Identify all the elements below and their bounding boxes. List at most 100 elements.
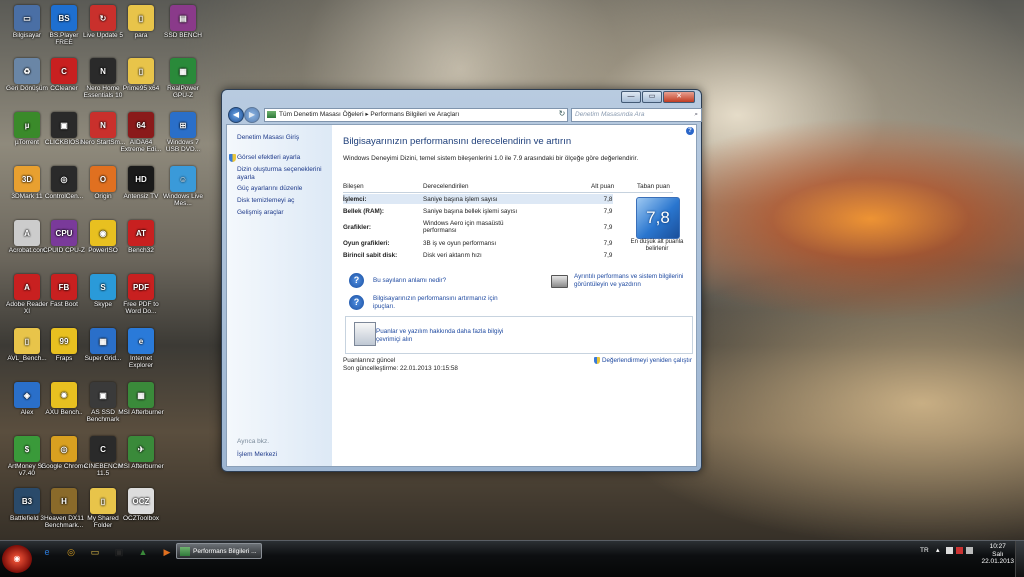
app-icon: ◉ (90, 220, 116, 246)
desktop-icon[interactable]: ▯ para (118, 5, 164, 46)
app-icon: ◈ (14, 382, 40, 408)
sidebar-item-disk-cleanup[interactable]: Disk temizlemeyi aç (237, 197, 294, 205)
row-component: Birincil sabit disk: (343, 252, 398, 259)
chevron-up-icon[interactable]: ▴ (936, 546, 940, 554)
show-desktop-button[interactable] (1015, 541, 1024, 577)
desktop-icon-label: RealPower GPU-Z (167, 85, 199, 99)
search-icon[interactable]: ⌕ (694, 109, 698, 121)
row-component: Oyun grafikleri: (343, 240, 390, 247)
app-icon: ✈ (128, 436, 154, 462)
row-component: Bellek (RAM): (343, 208, 384, 215)
app-icon: ▭ (14, 5, 40, 31)
network-icon[interactable] (956, 547, 963, 554)
desktop-icon[interactable]: PDF Free PDF to Word Do... (118, 274, 164, 315)
back-arrow-icon[interactable]: ◀ (228, 107, 244, 123)
app-icon: ▣ (51, 112, 77, 138)
flag-icon[interactable] (946, 547, 953, 554)
app-icon: 3D (14, 166, 40, 192)
header-subscore: Alt puan (591, 183, 615, 190)
app-icon: FB (51, 274, 77, 300)
info-document-icon (354, 322, 376, 346)
table-row: İşlemci: Saniye başına işlem sayısı 7,8 (343, 194, 613, 204)
desktop-icon[interactable]: ⊞ Windows 7 USB DVD... (160, 112, 206, 153)
app-icon: ▤ (170, 5, 196, 31)
desktop-icon[interactable]: HD Antensiz TV (118, 166, 164, 207)
clock[interactable]: 10:27 Salı 22.01.2013 (981, 543, 1014, 566)
app-icon: ▯ (14, 328, 40, 354)
desktop-icon-label: Prime95 x64 (122, 85, 160, 92)
desktop-icon[interactable]: OCZ OCZToolbox (118, 488, 164, 529)
media-icon[interactable]: ▣ (110, 545, 128, 559)
sidebar-home-link[interactable]: Denetim Masası Giriş (237, 134, 299, 142)
app-icon: ✹ (51, 382, 77, 408)
meaning-link[interactable]: Bu sayıların anlamı nedir? (373, 277, 446, 285)
taskbar: ◉ e ◎ ▭ ▣ ▲ ▶ Performans Bilgileri ... TR ▴ 1… (0, 540, 1024, 577)
desktop-icon[interactable]: 64 AIDA64 Extreme Edi... (118, 112, 164, 153)
app-icon: $ (14, 436, 40, 462)
page-title: Bilgisayarınızın performansını derecelen… (343, 136, 572, 147)
explorer-icon[interactable]: ▭ (86, 545, 104, 559)
table-header: Bileşen Derecelendirilen Alt puan Taban … (343, 182, 673, 193)
desktop-icon[interactable]: ▯ Prime95 x64 (118, 58, 164, 99)
search-input[interactable]: Denetim Masasında Ara ⌕ (571, 108, 702, 122)
details-link[interactable]: Ayrıntılı performans ve sistem bilgileri… (574, 273, 694, 288)
desktop-icon[interactable]: ✈ MSI Afterburner (118, 436, 164, 477)
desktop-icon[interactable]: ☺ Windows Live Mes... (160, 166, 206, 207)
desktop-icon[interactable]: ▦ RealPower GPU-Z (160, 58, 206, 99)
minimize-button[interactable]: — (621, 91, 641, 103)
start-button[interactable]: ◉ (2, 545, 32, 573)
app-icon: A (14, 274, 40, 300)
app-icon: ☺ (170, 166, 196, 192)
app-icon: PDF (128, 274, 154, 300)
sidebar-item-indexing[interactable]: Dizin oluşturma seçeneklerini ayarla (237, 166, 329, 181)
base-score-badge: 7,8 (636, 197, 680, 239)
refresh-icon[interactable]: ↻ (556, 108, 568, 120)
sidebar-item-action-center[interactable]: İşlem Merkezi (237, 451, 277, 459)
help-icon[interactable]: ? (686, 127, 694, 135)
desktop-icon[interactable]: e Internet Explorer (118, 328, 164, 369)
app-icon: 64 (128, 112, 154, 138)
online-info-link[interactable]: Puanlar ve yazılım hakkında daha fazla b… (376, 328, 516, 343)
sidebar-item-visual-effects[interactable]: Görsel efektleri ayarla (237, 154, 300, 162)
close-button[interactable]: ✕ (663, 91, 695, 103)
row-score: 7,9 (603, 252, 613, 259)
volume-icon[interactable] (966, 547, 973, 554)
see-also-label: Ayrıca bkz. (237, 438, 270, 445)
sidebar-item-power[interactable]: Güç ayarlarını düzenle (237, 185, 302, 193)
search-placeholder: Denetim Masasında Ara (575, 111, 645, 118)
sidebar: Denetim Masası Giriş Görsel efektleri ay… (227, 125, 332, 466)
table-row: Birincil sabit disk: Disk veri aktarım h… (343, 250, 613, 260)
clock-day: Salı (992, 550, 1004, 558)
player-icon[interactable]: ▶ (158, 545, 176, 559)
language-indicator[interactable]: TR (920, 547, 929, 554)
forward-arrow-icon[interactable]: ▶ (244, 107, 260, 123)
desktop-icon-label: Antensiz TV (123, 193, 159, 200)
tips-link[interactable]: Bilgisayarınızın performansını artırmanı… (373, 295, 513, 310)
clock-time: 10:27 (989, 543, 1006, 550)
desktop-icon-label: MSI Afterburner (118, 409, 164, 416)
table-row: Bellek (RAM): Saniye başına bellek işlem… (343, 206, 613, 216)
intro-text: Windows Deneyimi Dizini, temel sistem bi… (343, 155, 639, 162)
printer-icon (551, 275, 568, 288)
app-icon: N (90, 112, 116, 138)
app-icon: HD (128, 166, 154, 192)
network-icon[interactable]: ▲ (134, 545, 152, 559)
sidebar-item-advanced-tools[interactable]: Gelişmiş araçlar (237, 209, 284, 217)
taskbar-item-performance[interactable]: Performans Bilgileri ... (176, 543, 262, 559)
desktop-icon[interactable]: ▤ SSD BENCH (160, 5, 206, 46)
status-last-update: Son güncelleştirme: 22.01.2013 10:15:58 (343, 365, 458, 372)
app-icon: A (14, 220, 40, 246)
app-icon: µ (14, 112, 40, 138)
maximize-button[interactable]: ▭ (642, 91, 662, 103)
rerun-assessment-link[interactable]: Değerlendirmeyi yeniden çalıştır (594, 357, 692, 364)
app-icon: 99 (51, 328, 77, 354)
table-row: Grafikler: Windows Aero için masaüstü pe… (343, 218, 613, 236)
row-component: İşlemci: (343, 196, 367, 203)
address-bar[interactable]: Tüm Denetim Masası Öğeleri ▸ Performans … (264, 108, 568, 122)
chrome-icon[interactable]: ◎ (62, 545, 80, 559)
performance-window: — ▭ ✕ ◀ ▶ Tüm Denetim Masası Öğeleri ▸ P… (221, 89, 702, 472)
desktop-icon[interactable]: AT Bench32 (118, 220, 164, 261)
ie-icon[interactable]: e (38, 545, 56, 559)
address-bar-row: ◀ ▶ Tüm Denetim Masası Öğeleri ▸ Perform… (226, 106, 702, 123)
desktop-icon[interactable]: ▦ MSI Afterburner (118, 382, 164, 423)
